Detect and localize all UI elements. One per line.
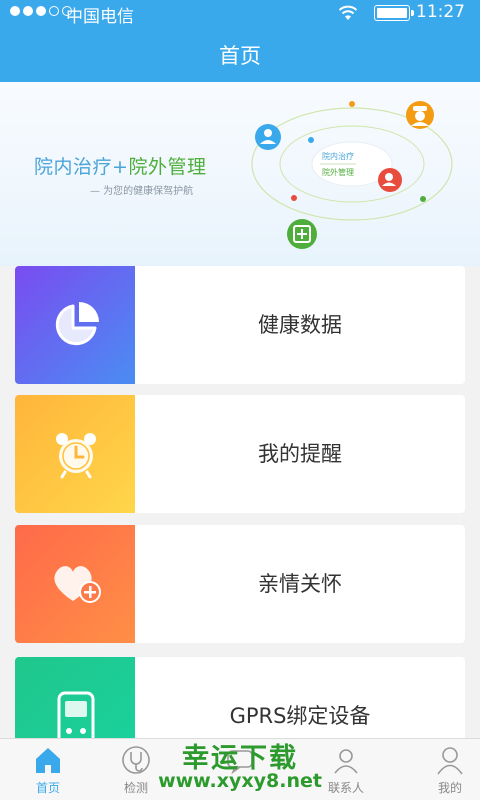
banner[interactable]: 院内治疗+院外管理 — 为您的健康保驾护航 院内治疗 院外管理 bbox=[0, 82, 480, 266]
center-line2: 院外管理 bbox=[322, 167, 354, 177]
orbit-dot bbox=[308, 137, 314, 143]
pie-chart-icon bbox=[55, 302, 99, 346]
nurse-icon bbox=[406, 101, 434, 129]
menu-item-health-data[interactable]: 健康数据 bbox=[15, 266, 465, 384]
home-icon bbox=[36, 748, 60, 773]
banner-subtitle: — 为您的健康保驾护航 bbox=[90, 186, 194, 197]
signal-dot bbox=[23, 6, 33, 16]
banner-headline-plus: + bbox=[112, 156, 129, 178]
hospital-icon bbox=[287, 219, 317, 249]
tab-mine[interactable]: 我的 bbox=[402, 739, 480, 800]
orbit-dot bbox=[420, 196, 426, 202]
top-bar: 中国电信 11:27 首页 bbox=[0, 0, 480, 82]
contacts-icon bbox=[334, 749, 358, 774]
stethoscope-icon bbox=[122, 746, 150, 774]
menu-item-reminders[interactable]: 我的提醒 bbox=[15, 395, 465, 513]
banner-headline-part1: 院内治疗 bbox=[34, 156, 113, 178]
person-icon bbox=[437, 747, 463, 775]
orbit-illustration: 院内治疗 院外管理 bbox=[251, 101, 453, 249]
reminders-label: 我的提醒 bbox=[258, 442, 342, 466]
wifi-icon bbox=[338, 5, 358, 20]
alarm-clock-icon bbox=[56, 433, 96, 479]
orbit-dot bbox=[349, 101, 355, 107]
signal-dot bbox=[10, 6, 20, 16]
patient-icon bbox=[378, 168, 402, 192]
tab-home-label: 首页 bbox=[35, 781, 60, 795]
status-bar: 中国电信 11:27 bbox=[0, 0, 480, 27]
family-care-tile bbox=[15, 525, 135, 643]
banner-headline: 院内治疗+院外管理 bbox=[34, 152, 206, 179]
menu-item-family-care[interactable]: 亲情关怀 bbox=[15, 525, 465, 643]
tab-mine-label: 我的 bbox=[437, 781, 462, 795]
signal-icon bbox=[10, 6, 72, 16]
family-care-label: 亲情关怀 bbox=[258, 572, 342, 596]
heart-plus-icon bbox=[54, 566, 101, 603]
watermark: 幸运下载 www.xyxy8.net bbox=[150, 732, 330, 798]
status-time: 11:27 bbox=[416, 2, 465, 22]
orbit-dot bbox=[291, 195, 297, 201]
page-title: 首页 bbox=[219, 44, 261, 68]
battery-nub bbox=[411, 10, 414, 16]
center-line1: 院内治疗 bbox=[322, 151, 354, 161]
watermark-line2: www.xyxy8.net bbox=[158, 770, 322, 792]
signal-dot bbox=[49, 6, 59, 16]
tab-home[interactable]: 首页 bbox=[0, 739, 96, 800]
app-screen: 中国电信 11:27 首页 院内治疗+院外管理 — 为您的健康保驾护航 院内治疗… bbox=[0, 0, 480, 800]
health-data-tile bbox=[15, 266, 135, 384]
carrier-name: 中国电信 bbox=[66, 7, 134, 27]
battery-icon bbox=[374, 5, 414, 21]
battery-fill bbox=[377, 8, 407, 18]
reminders-tile bbox=[15, 395, 135, 513]
health-data-label: 健康数据 bbox=[258, 313, 342, 337]
banner-headline-part2: 院外管理 bbox=[128, 156, 207, 178]
doctor-icon bbox=[255, 124, 281, 150]
signal-dot bbox=[36, 6, 46, 16]
